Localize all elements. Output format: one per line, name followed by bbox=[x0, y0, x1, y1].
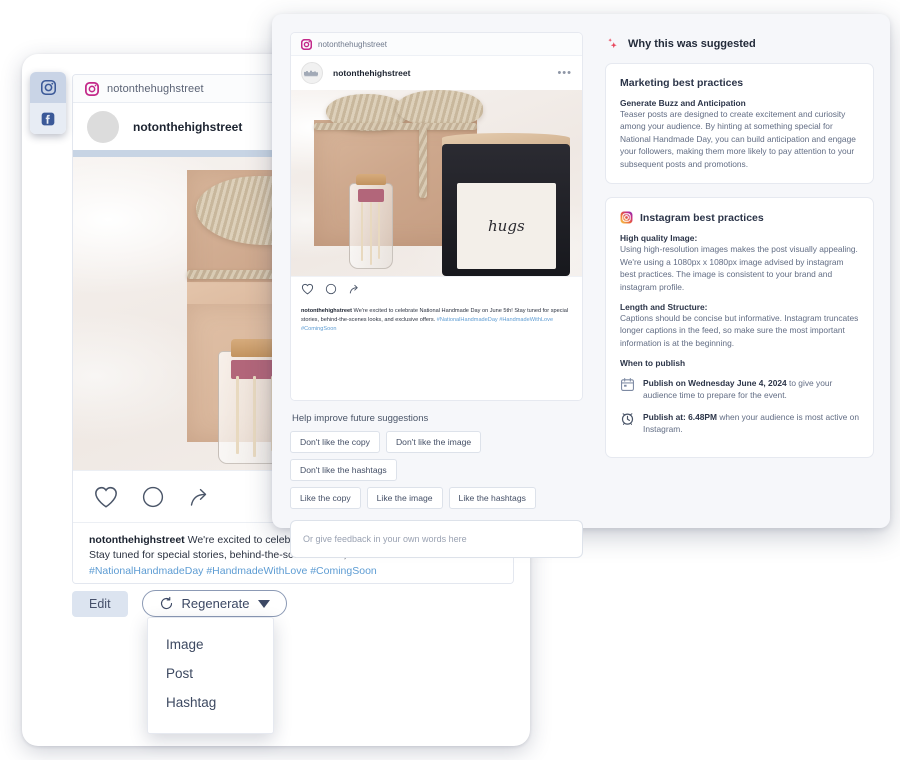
suggestion-detail-panel: notonthehughstreet notonthehighstreet ••… bbox=[272, 14, 890, 558]
publish-date-text: Publish on Wednesday June 4, 2024 to giv… bbox=[643, 377, 859, 401]
publish-date-bold: Publish on Wednesday June 4, 2024 bbox=[643, 378, 787, 389]
regenerate-dropdown-menu: Image Post Hashtag bbox=[147, 617, 274, 734]
caption-username: notonthehighstreet bbox=[89, 534, 185, 546]
menu-item-image[interactable]: Image bbox=[148, 630, 273, 659]
instagram-section-1-body: Captions should be concise but informati… bbox=[620, 312, 859, 348]
mini-post-image: hugs bbox=[291, 90, 582, 276]
mini-account-tab[interactable]: notonthehughstreet bbox=[291, 33, 582, 56]
like-icon[interactable] bbox=[301, 283, 314, 295]
share-icon[interactable] bbox=[348, 283, 361, 295]
sparkle-icon bbox=[608, 38, 617, 49]
instagram-section-0-body: Using high-resolution images makes the p… bbox=[620, 244, 858, 292]
publish-time-text: Publish at: 6.48PM when your audience is… bbox=[643, 411, 859, 435]
comment-icon[interactable] bbox=[325, 283, 337, 295]
publish-date-row: Publish on Wednesday June 4, 2024 to giv… bbox=[620, 377, 859, 401]
chip-like-hashtags[interactable]: Like the hashtags bbox=[448, 486, 536, 509]
more-options-icon[interactable]: ••• bbox=[557, 67, 572, 79]
instagram-section-1-subheading: Length and Structure: bbox=[620, 301, 708, 312]
calendar-icon bbox=[621, 378, 634, 392]
edit-button[interactable]: Edit bbox=[72, 590, 128, 617]
marketing-card-body: Teaser posts are designed to create exci… bbox=[620, 109, 856, 169]
feedback-negative-chips: Don't like the copy Don't like the image… bbox=[290, 430, 583, 481]
why-suggested-title: Why this was suggested bbox=[628, 37, 756, 50]
refresh-icon bbox=[160, 596, 172, 610]
instagram-card-header: Instagram best practices bbox=[620, 211, 859, 224]
caption-hashtags: #NationalHandmadeDay #HandmadeWithLove #… bbox=[89, 565, 377, 578]
instagram-channel-button[interactable] bbox=[30, 72, 66, 103]
panel-right-column: Why this was suggested Marketing best pr… bbox=[597, 14, 890, 528]
menu-item-post[interactable]: Post bbox=[148, 659, 273, 688]
menu-item-hashtag[interactable]: Hashtag bbox=[148, 688, 273, 717]
instagram-icon bbox=[620, 211, 633, 224]
regenerate-button[interactable]: Regenerate bbox=[141, 590, 287, 617]
avatar bbox=[87, 110, 119, 143]
mini-post-action-bar bbox=[291, 276, 582, 301]
comment-icon[interactable] bbox=[141, 485, 165, 509]
facebook-channel-button[interactable] bbox=[30, 103, 66, 134]
app-screenshot: notonthehughstreet notonthehighstreet no… bbox=[0, 0, 900, 760]
panel-left-column: notonthehughstreet notonthehighstreet ••… bbox=[272, 14, 597, 558]
feedback-title: Help improve future suggestions bbox=[292, 412, 429, 424]
avatar bbox=[301, 62, 323, 84]
instagram-card-heading: Instagram best practices bbox=[640, 211, 764, 224]
publish-time-bold: Publish at: 6.48PM bbox=[643, 411, 717, 422]
mini-post-caption: notonthehighstreet We're excited to cele… bbox=[291, 301, 582, 344]
feedback-input[interactable]: Or give feedback in your own words here bbox=[290, 519, 583, 558]
publish-heading: When to publish bbox=[620, 358, 686, 369]
chip-dislike-hashtags[interactable]: Don't like the hashtags bbox=[290, 458, 397, 481]
instagram-section-0-subheading: High quality Image: bbox=[620, 233, 698, 244]
marketing-card-subheading: Generate Buzz and Anticipation bbox=[620, 98, 746, 108]
mini-account-tab-label: notonthehughstreet bbox=[318, 39, 387, 49]
like-icon[interactable] bbox=[93, 485, 119, 509]
instagram-badge-icon bbox=[301, 38, 312, 50]
chip-like-image[interactable]: Like the image bbox=[366, 486, 443, 509]
share-icon[interactable] bbox=[187, 485, 213, 509]
chip-like-copy[interactable]: Like the copy bbox=[290, 486, 361, 509]
mini-post-preview: notonthehughstreet notonthehighstreet ••… bbox=[290, 32, 583, 401]
facebook-icon bbox=[41, 112, 55, 125]
chip-dislike-copy[interactable]: Don't like the copy bbox=[290, 430, 380, 453]
mini-post-image-artwork: hugs bbox=[291, 90, 582, 276]
mini-caption-username: notonthehighstreet bbox=[301, 308, 352, 314]
mini-post-header: notonthehighstreet ••• bbox=[291, 56, 582, 90]
post-editor-footer: Edit Regenerate bbox=[72, 590, 514, 617]
instagram-icon bbox=[40, 79, 56, 96]
candle-label-text: hugs bbox=[488, 216, 525, 235]
channel-selector bbox=[30, 72, 66, 134]
brand-logo-icon bbox=[304, 70, 318, 76]
regenerate-label: Regenerate bbox=[181, 596, 250, 611]
publish-time-row: Publish at: 6.48PM when your audience is… bbox=[620, 411, 859, 435]
marketing-best-practices-card: Marketing best practices Generate Buzz a… bbox=[605, 63, 874, 185]
mini-post-account-name: notonthehighstreet bbox=[333, 68, 411, 78]
chip-dislike-image[interactable]: Don't like the image bbox=[385, 430, 482, 453]
instagram-badge-icon bbox=[85, 81, 99, 96]
feedback-positive-chips: Like the copy Like the image Like the ha… bbox=[290, 486, 583, 509]
why-suggested-header: Why this was suggested bbox=[605, 36, 874, 51]
feedback-input-placeholder: Or give feedback in your own words here bbox=[303, 533, 467, 544]
marketing-card-heading: Marketing best practices bbox=[620, 77, 744, 89]
post-account-name: notonthehighstreet bbox=[133, 119, 243, 134]
account-tab-label: notonthehughstreet bbox=[107, 82, 204, 95]
chevron-down-icon bbox=[257, 599, 270, 608]
instagram-best-practices-card: Instagram best practices High quality Im… bbox=[605, 197, 874, 458]
clock-icon bbox=[621, 412, 634, 425]
